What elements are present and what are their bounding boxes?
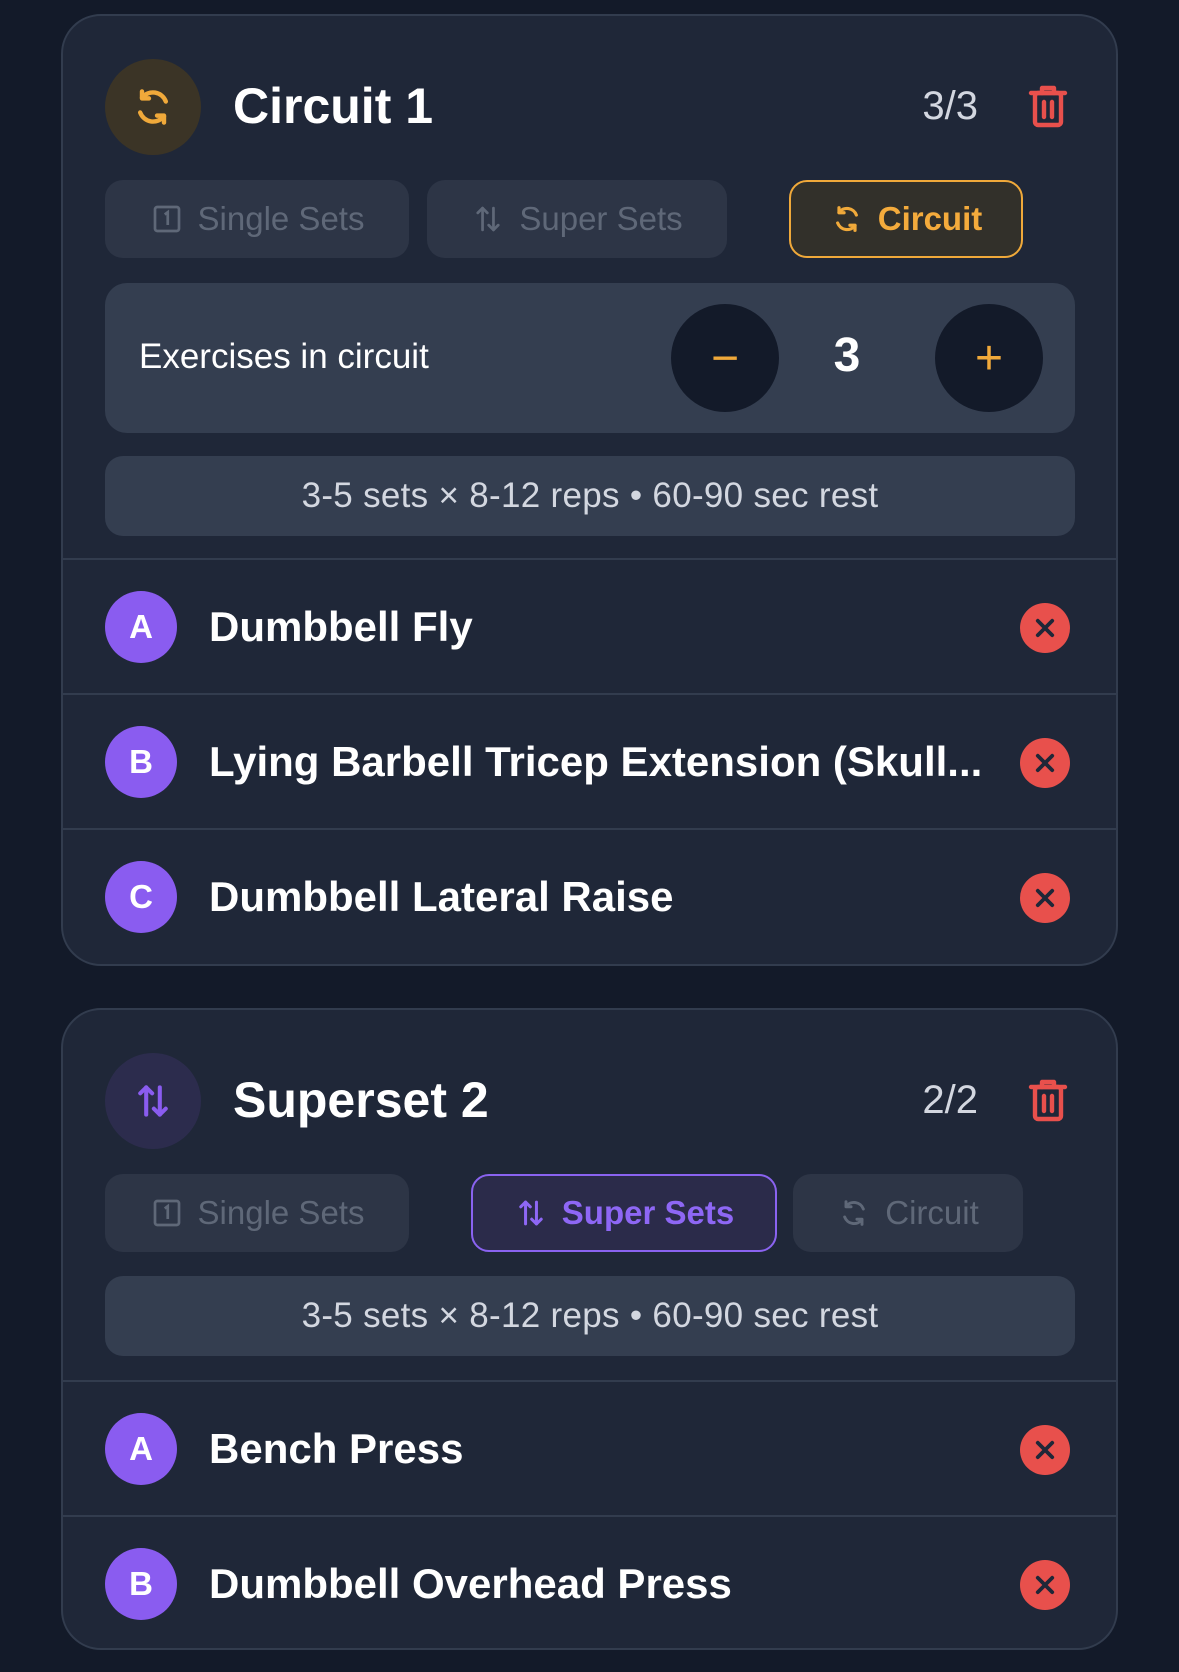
superset-header: Superset 2 2/2 xyxy=(63,1010,1116,1174)
exercise-letter-badge: C xyxy=(105,861,177,933)
mode-single-label: Single Sets xyxy=(197,200,365,237)
stepper-value: 3 xyxy=(833,329,861,382)
exercise-row[interactable]: A Dumbbell Fly xyxy=(63,560,1116,695)
superset-arrows-icon xyxy=(514,1196,548,1230)
mode-single-sets-button[interactable]: Single Sets xyxy=(105,180,409,258)
increment-button[interactable]: + xyxy=(935,304,1043,412)
superset-count: 2/2 xyxy=(922,1078,978,1122)
stepper-label: Exercises in circuit xyxy=(139,337,429,376)
remove-exercise-close-icon[interactable] xyxy=(1020,873,1070,923)
exercise-row[interactable]: B Lying Barbell Tricep Extension (Skull.… xyxy=(63,695,1116,830)
circuit-card: Circuit 1 3/3 Single Sets Super Sets Cir… xyxy=(61,14,1118,966)
circuit-refresh-icon xyxy=(105,59,201,155)
mode-super-sets-button[interactable]: Super Sets xyxy=(427,180,727,258)
superset-mode-selector: Single Sets Super Sets Circuit xyxy=(105,1174,1085,1252)
mode-super-label: Super Sets xyxy=(519,200,683,237)
delete-circuit-trash-icon[interactable] xyxy=(1028,84,1068,128)
remove-exercise-close-icon[interactable] xyxy=(1020,1560,1070,1610)
exercise-name: Dumbbell Overhead Press xyxy=(209,1560,732,1607)
exercise-row[interactable]: A Bench Press xyxy=(63,1382,1116,1517)
exercise-letter-badge: A xyxy=(105,1413,177,1485)
decrement-button[interactable]: − xyxy=(671,304,779,412)
circuit-header: Circuit 1 3/3 xyxy=(63,16,1116,180)
mode-super-sets-button[interactable]: Super Sets xyxy=(471,1174,777,1252)
single-set-icon xyxy=(150,1196,184,1230)
circuit-refresh-icon xyxy=(837,1196,871,1230)
single-set-icon xyxy=(150,202,184,236)
circuit-prescription: 3-5 sets × 8-12 reps • 60-90 sec rest xyxy=(105,456,1075,536)
exercise-row[interactable]: C Dumbbell Lateral Raise xyxy=(63,830,1116,964)
superset-exercise-list: A Bench Press B Dumbbell Overhead Press xyxy=(63,1380,1116,1648)
mode-circuit-button[interactable]: Circuit xyxy=(793,1174,1023,1252)
exercises-stepper: Exercises in circuit − 3 + xyxy=(105,283,1075,433)
superset-prescription: 3-5 sets × 8-12 reps • 60-90 sec rest xyxy=(105,1276,1075,1356)
mode-circuit-label: Circuit xyxy=(885,1194,979,1231)
exercise-name: Bench Press xyxy=(209,1425,464,1472)
superset-arrows-icon xyxy=(471,202,505,236)
circuit-refresh-icon xyxy=(830,202,864,236)
mode-single-sets-button[interactable]: Single Sets xyxy=(105,1174,409,1252)
exercise-name: Dumbbell Lateral Raise xyxy=(209,873,674,920)
mode-circuit-label: Circuit xyxy=(877,200,983,237)
remove-exercise-close-icon[interactable] xyxy=(1020,738,1070,788)
superset-card: Superset 2 2/2 Single Sets Super Sets Ci… xyxy=(61,1008,1118,1650)
mode-single-label: Single Sets xyxy=(197,1194,365,1231)
circuit-mode-selector: Single Sets Super Sets Circuit xyxy=(105,180,1085,258)
superset-title: Superset 2 xyxy=(233,1072,489,1128)
delete-superset-trash-icon[interactable] xyxy=(1028,1078,1068,1122)
exercise-letter-badge: A xyxy=(105,591,177,663)
exercise-name: Lying Barbell Tricep Extension (Skull... xyxy=(209,738,983,785)
circuit-exercise-list: A Dumbbell Fly B Lying Barbell Tricep Ex… xyxy=(63,558,1116,964)
workout-builder: Circuit 1 3/3 Single Sets Super Sets Cir… xyxy=(0,0,1179,1672)
circuit-title: Circuit 1 xyxy=(233,78,434,134)
exercise-name: Dumbbell Fly xyxy=(209,603,473,650)
remove-exercise-close-icon[interactable] xyxy=(1020,1425,1070,1475)
mode-circuit-button[interactable]: Circuit xyxy=(789,180,1023,258)
exercise-letter-badge: B xyxy=(105,1548,177,1620)
remove-exercise-close-icon[interactable] xyxy=(1020,603,1070,653)
exercise-letter-badge: B xyxy=(105,726,177,798)
circuit-count: 3/3 xyxy=(922,84,978,128)
exercise-row[interactable]: B Dumbbell Overhead Press xyxy=(63,1517,1116,1648)
mode-super-label: Super Sets xyxy=(561,1194,735,1231)
superset-arrows-icon xyxy=(105,1053,201,1149)
